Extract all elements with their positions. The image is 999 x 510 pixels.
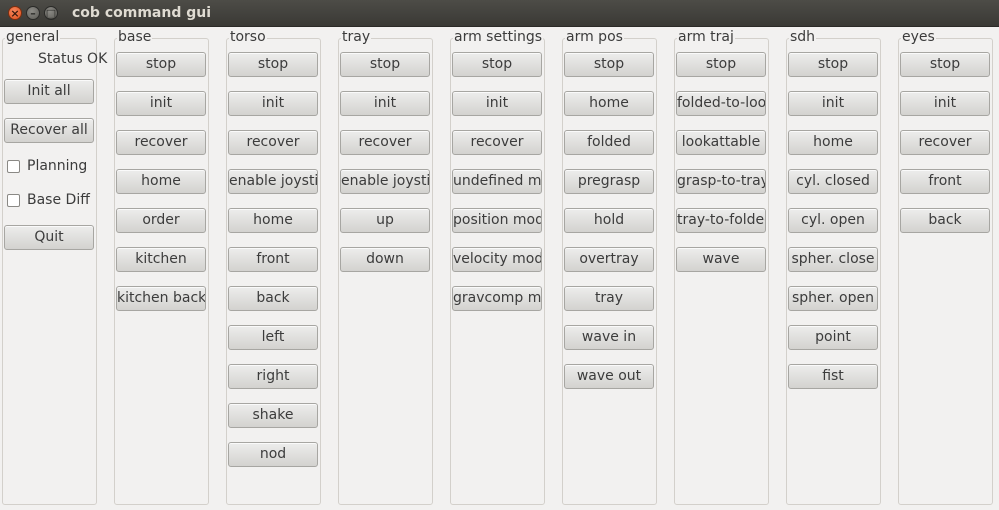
status-label: Status OK [38, 51, 108, 67]
recover-all-button[interactable]: Recover all [4, 118, 94, 143]
arm-settings-position-mode-button[interactable]: position mode [452, 208, 542, 233]
arm-pos-overtray-button[interactable]: overtray [564, 247, 654, 272]
sdh-home-button[interactable]: home [788, 130, 878, 155]
tray-init-button[interactable]: init [340, 91, 430, 116]
group-title-tray: tray [341, 29, 372, 45]
group-title-sdh: sdh [789, 29, 817, 45]
arm-settings-gravcomp-mode-button[interactable]: gravcomp mode [452, 286, 542, 311]
arm-pos-stop-button[interactable]: stop [564, 52, 654, 77]
arm-settings-velocity-mode-button[interactable]: velocity mode [452, 247, 542, 272]
tray-enable-joystick-button[interactable]: enable joystick [340, 169, 430, 194]
window-title: cob command gui [72, 5, 212, 21]
sdh-spher-open-button[interactable]: spher. open [788, 286, 878, 311]
sdh-init-button[interactable]: init [788, 91, 878, 116]
sdh-fist-button[interactable]: fist [788, 364, 878, 389]
eyes-back-button[interactable]: back [900, 208, 990, 233]
sdh-point-button[interactable]: point [788, 325, 878, 350]
title-bar: × – □ cob command gui [0, 0, 999, 27]
base-stop-button[interactable]: stop [116, 52, 206, 77]
tray-up-button[interactable]: up [340, 208, 430, 233]
torso-back-button[interactable]: back [228, 286, 318, 311]
eyes-stop-button[interactable]: stop [900, 52, 990, 77]
arm-pos-folded-button[interactable]: folded [564, 130, 654, 155]
group-title-base: base [117, 29, 153, 45]
quit-button[interactable]: Quit [4, 225, 94, 250]
base-recover-button[interactable]: recover [116, 130, 206, 155]
init-all-button[interactable]: Init all [4, 79, 94, 104]
group-title-arm-traj: arm traj [677, 29, 735, 45]
arm-pos-hold-button[interactable]: hold [564, 208, 654, 233]
arm-settings-undefined-mode-button[interactable]: undefined mode [452, 169, 542, 194]
base-kitchen-back-button[interactable]: kitchen back [116, 286, 206, 311]
base-kitchen-button[interactable]: kitchen [116, 247, 206, 272]
base-diff-checkbox-box[interactable] [7, 194, 20, 207]
torso-right-button[interactable]: right [228, 364, 318, 389]
group-title-eyes: eyes [901, 29, 936, 45]
eyes-recover-button[interactable]: recover [900, 130, 990, 155]
torso-shake-button[interactable]: shake [228, 403, 318, 428]
torso-recover-button[interactable]: recover [228, 130, 318, 155]
arm-settings-stop-button[interactable]: stop [452, 52, 542, 77]
sdh-cyl-closed-button[interactable]: cyl. closed [788, 169, 878, 194]
group-general [2, 38, 97, 505]
arm-traj-stop-button[interactable]: stop [676, 52, 766, 77]
sdh-stop-button[interactable]: stop [788, 52, 878, 77]
torso-left-button[interactable]: left [228, 325, 318, 350]
close-icon[interactable]: × [8, 6, 22, 20]
arm-traj-lookattable-button[interactable]: lookattable [676, 130, 766, 155]
eyes-front-button[interactable]: front [900, 169, 990, 194]
planning-label: Planning [27, 158, 88, 174]
arm-settings-init-button[interactable]: init [452, 91, 542, 116]
arm-pos-wave-in-button[interactable]: wave in [564, 325, 654, 350]
arm-pos-pregrasp-button[interactable]: pregrasp [564, 169, 654, 194]
planning-checkbox-box[interactable] [7, 160, 20, 173]
arm-traj-grasp-to-tray-button[interactable]: grasp-to-tray [676, 169, 766, 194]
base-order-button[interactable]: order [116, 208, 206, 233]
torso-front-button[interactable]: front [228, 247, 318, 272]
arm-traj-wave-button[interactable]: wave [676, 247, 766, 272]
eyes-init-button[interactable]: init [900, 91, 990, 116]
base-init-button[interactable]: init [116, 91, 206, 116]
arm-traj-folded-to-lookattable-button[interactable]: folded-to-lookattable [676, 91, 766, 116]
tray-recover-button[interactable]: recover [340, 130, 430, 155]
tray-stop-button[interactable]: stop [340, 52, 430, 77]
maximize-icon[interactable]: □ [44, 6, 58, 20]
torso-stop-button[interactable]: stop [228, 52, 318, 77]
torso-nod-button[interactable]: nod [228, 442, 318, 467]
group-title-arm-settings: arm settings [453, 29, 544, 45]
arm-traj-tray-to-folded-button[interactable]: tray-to-folded [676, 208, 766, 233]
arm-pos-home-button[interactable]: home [564, 91, 654, 116]
sdh-spher-close-button[interactable]: spher. close [788, 247, 878, 272]
group-title-arm-pos: arm pos [565, 29, 624, 45]
base-home-button[interactable]: home [116, 169, 206, 194]
tray-down-button[interactable]: down [340, 247, 430, 272]
arm-pos-tray-button[interactable]: tray [564, 286, 654, 311]
base-diff-label: Base Diff [27, 192, 90, 208]
minimize-icon[interactable]: – [26, 6, 40, 20]
torso-enable-joystick-button[interactable]: enable joystick [228, 169, 318, 194]
torso-init-button[interactable]: init [228, 91, 318, 116]
group-title-general: general [5, 29, 61, 45]
arm-settings-recover-button[interactable]: recover [452, 130, 542, 155]
group-title-torso: torso [229, 29, 267, 45]
torso-home-button[interactable]: home [228, 208, 318, 233]
sdh-cyl-open-button[interactable]: cyl. open [788, 208, 878, 233]
arm-pos-wave-out-button[interactable]: wave out [564, 364, 654, 389]
